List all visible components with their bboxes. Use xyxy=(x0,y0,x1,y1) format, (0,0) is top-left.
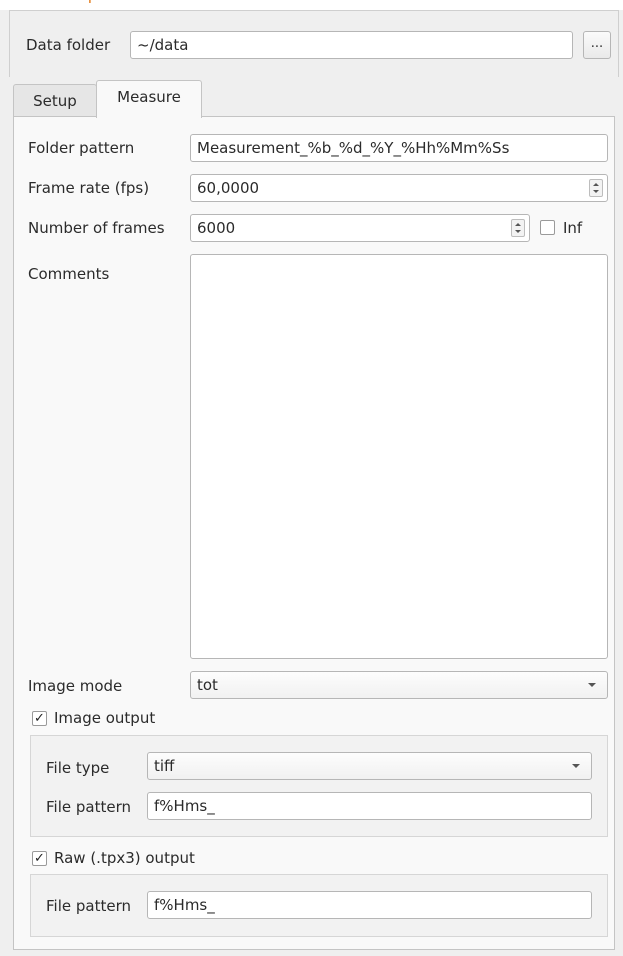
number-of-frames-spinbox[interactable]: 6000 xyxy=(190,214,530,242)
image-mode-select[interactable]: tot xyxy=(190,671,608,699)
number-of-frames-value: 6000 xyxy=(197,219,236,237)
comments-label: Comments xyxy=(28,265,110,283)
number-of-frames-label: Number of frames xyxy=(28,219,165,237)
image-output-checkbox[interactable]: ✓ xyxy=(32,711,47,726)
browse-folder-button[interactable]: ... xyxy=(583,31,611,59)
image-file-pattern-input[interactable]: f%Hms_ xyxy=(147,792,592,820)
tab-setup[interactable]: Setup xyxy=(13,84,97,117)
frame-rate-label: Frame rate (fps) xyxy=(28,179,150,197)
image-output-group xyxy=(30,735,608,837)
spin-arrows-icon[interactable] xyxy=(589,179,603,197)
image-file-pattern-label: File pattern xyxy=(46,798,131,816)
raw-file-pattern-input[interactable]: f%Hms_ xyxy=(147,891,592,919)
folder-pattern-input[interactable]: Measurement_%b_%d_%Y_%Hh%Mm%Ss xyxy=(190,134,608,162)
chevron-down-icon xyxy=(572,764,580,768)
comments-textarea[interactable] xyxy=(190,254,608,659)
image-output-label: Image output xyxy=(54,709,156,727)
frame-rate-spinbox[interactable]: 60,0000 xyxy=(190,174,608,202)
tab-measure[interactable]: Measure xyxy=(96,80,202,118)
frame-rate-value: 60,0000 xyxy=(197,179,260,197)
image-mode-label: Image mode xyxy=(28,677,123,695)
raw-output-label: Raw (.tpx3) output xyxy=(54,849,195,867)
inf-checkbox[interactable] xyxy=(540,220,555,235)
file-type-value: tiff xyxy=(154,757,175,775)
inf-label: Inf xyxy=(563,219,583,237)
truncated-accent-text: p xyxy=(88,0,97,4)
spin-arrows-icon[interactable] xyxy=(511,219,525,237)
file-type-label: File type xyxy=(46,759,110,777)
raw-file-pattern-label: File pattern xyxy=(46,897,131,915)
chevron-down-icon xyxy=(588,683,596,687)
data-folder-input[interactable]: ~/data xyxy=(130,31,573,59)
image-mode-value: tot xyxy=(197,676,218,694)
data-folder-label: Data folder xyxy=(26,36,111,54)
raw-output-checkbox[interactable]: ✓ xyxy=(32,851,47,866)
folder-pattern-label: Folder pattern xyxy=(28,139,135,157)
file-type-select[interactable]: tiff xyxy=(147,752,592,780)
